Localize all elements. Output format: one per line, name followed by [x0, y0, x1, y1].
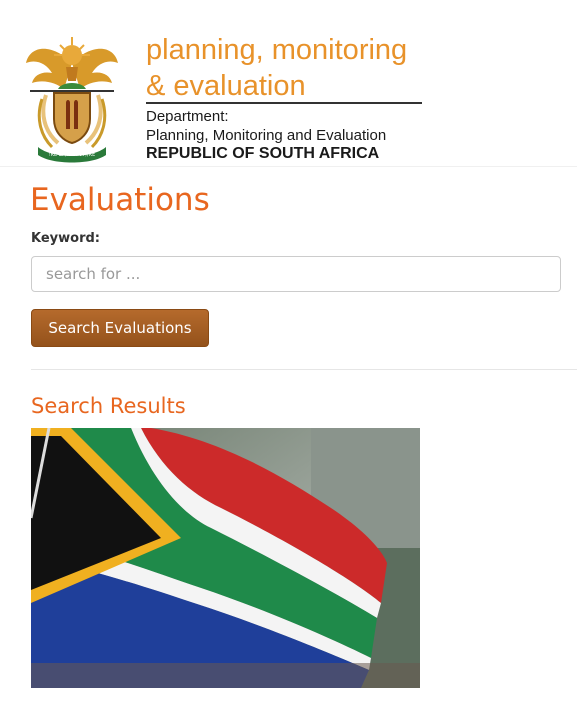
- department-label: Department:: [146, 108, 229, 125]
- search-results-heading: Search Results: [31, 394, 186, 418]
- page-title: Evaluations: [30, 182, 210, 218]
- country-name: REPUBLIC OF SOUTH AFRICA: [146, 145, 380, 162]
- section-divider: [31, 369, 577, 370]
- brand-name-line2: & evaluation: [146, 70, 306, 102]
- coat-of-arms-icon: !KE E: /XARRA //KE: [22, 33, 122, 163]
- search-input[interactable]: [31, 256, 561, 292]
- south-african-flag-image: [31, 428, 420, 688]
- keyword-label: Keyword:: [31, 231, 100, 246]
- department-name: Planning, Monitoring and Evaluation: [146, 127, 387, 144]
- svg-text:!KE E: /XARRA //KE: !KE E: /XARRA //KE: [49, 152, 96, 158]
- search-evaluations-button[interactable]: Search Evaluations: [31, 309, 209, 347]
- brand-name-line1: planning, monitoring: [146, 34, 408, 66]
- site-header: !KE E: /XARRA //KE planning, monitoring …: [0, 0, 577, 167]
- brand-divider: [146, 102, 422, 104]
